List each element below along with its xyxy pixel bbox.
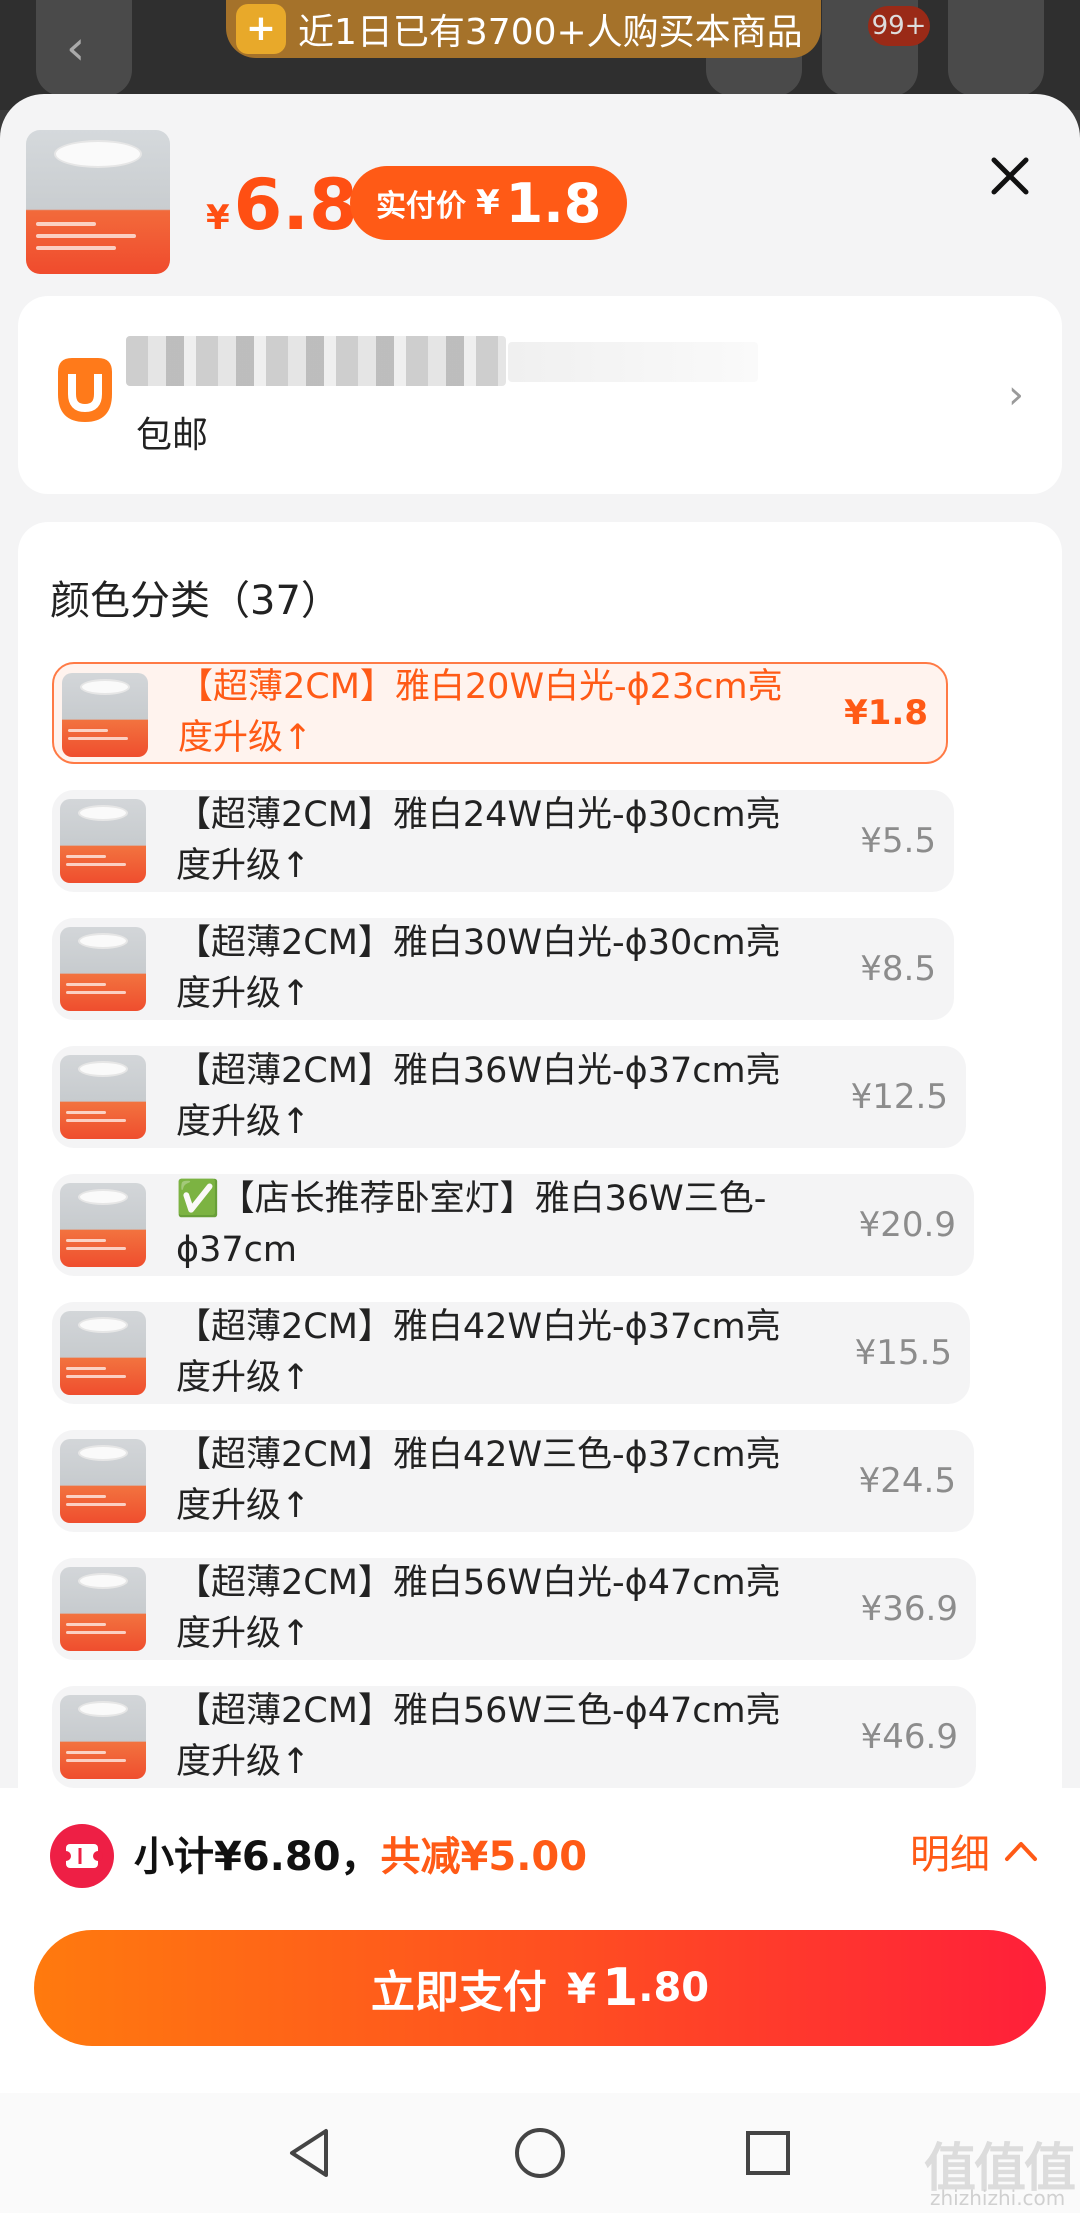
shop-name-redacted-tail xyxy=(508,342,758,382)
promo-banner: + 近1日已有3700+人购买本商品 xyxy=(226,0,821,58)
product-thumbnail xyxy=(26,130,170,274)
shopping-bag-icon: + xyxy=(236,4,286,54)
variant-name: 【超薄2CM】雅白36W白光-ϕ37cm亮度升级↑ xyxy=(176,1051,781,1142)
variant-price: ¥8.5 xyxy=(860,949,936,989)
variant-thumbnail xyxy=(60,1055,146,1139)
details-label: 明细 xyxy=(910,1832,990,1878)
nav-recents-icon xyxy=(746,2131,790,2175)
chevron-right-icon: › xyxy=(1008,372,1024,418)
variant-thumbnail xyxy=(60,1183,146,1267)
variant-thumbnail xyxy=(60,1567,146,1651)
subtotal-amount: 小计¥6.80， xyxy=(134,1834,381,1880)
pay-amount-decimal: .80 xyxy=(638,1965,710,2011)
variant-option[interactable]: 【超薄2CM】雅白42W三色-ϕ37cm亮度升级↑ ¥24.5 xyxy=(52,1430,974,1532)
nav-home-icon xyxy=(515,2128,565,2178)
variant-name: 【超薄2CM】雅白56W白光-ϕ47cm亮度升级↑ xyxy=(176,1563,781,1654)
back-icon: ‹ xyxy=(66,20,86,76)
ceiling-lamp-image xyxy=(54,140,142,168)
shop-name-redacted xyxy=(126,336,506,386)
variant-name: 【超薄2CM】雅白42W三色-ϕ37cm亮度升级↑ xyxy=(176,1435,781,1526)
variant-name: 【超薄2CM】雅白56W三色-ϕ47cm亮度升级↑ xyxy=(176,1691,781,1782)
pay-amount-integer: 1 xyxy=(602,1958,639,2018)
variant-option[interactable]: 【超薄2CM】雅白56W白光-ϕ47cm亮度升级↑ ¥36.9 xyxy=(52,1558,976,1660)
variant-price: ¥24.5 xyxy=(858,1461,956,1501)
variant-name: ✅【店长推荐卧室灯】雅白36W三色-ϕ37cm xyxy=(176,1179,767,1270)
chevron-up-icon xyxy=(1005,1842,1037,1861)
variant-price: ¥46.9 xyxy=(860,1717,958,1757)
discount-amount: 共减¥5.00 xyxy=(380,1834,588,1880)
shop-info-card[interactable]: 包邮 › xyxy=(18,296,1062,494)
variant-option[interactable]: 【超薄2CM】雅白36W白光-ϕ37cm亮度升级↑ ¥12.5 xyxy=(52,1046,966,1148)
variant-thumbnail xyxy=(60,1311,146,1395)
cart-badge: 99+ xyxy=(868,6,930,46)
real-price-badge: 实付价 ¥ 1.8 xyxy=(350,166,628,240)
variant-option[interactable]: ✅【店长推荐卧室灯】雅白36W三色-ϕ37cm ¥20.9 xyxy=(52,1174,974,1276)
variant-name: 【超薄2CM】雅白42W白光-ϕ37cm亮度升级↑ xyxy=(176,1307,781,1398)
coupon-icon xyxy=(50,1824,114,1888)
nav-back-button[interactable] xyxy=(280,2123,340,2183)
variant-price: ¥1.8 xyxy=(844,693,928,733)
variant-thumbnail xyxy=(60,927,146,1011)
pay-label: 立即支付 xyxy=(370,1967,547,2018)
variant-thumbnail xyxy=(60,1439,146,1523)
nav-home-button[interactable] xyxy=(510,2123,570,2183)
variant-list-card: 颜色分类（37） 【超薄2CM】雅白20W白光-ϕ23cm亮度升级↑ ¥1.8 … xyxy=(18,522,1062,1942)
product-price: ¥ 6.8 xyxy=(206,164,358,246)
variant-name: 【超薄2CM】雅白20W白光-ϕ23cm亮度升级↑ xyxy=(178,667,783,758)
close-icon xyxy=(991,157,1029,195)
variant-price: ¥15.5 xyxy=(854,1333,952,1373)
nav-recents-button[interactable] xyxy=(738,2123,798,2183)
variant-name: 【超薄2CM】雅白30W白光-ϕ30cm亮度升级↑ xyxy=(176,923,781,1014)
shipping-label: 包邮 xyxy=(136,415,209,456)
watermark-url: zhizhizhi.com xyxy=(930,2186,1066,2210)
variant-thumbnail xyxy=(60,1695,146,1779)
subtotal-text: 小计¥6.80， 共减¥5.00 xyxy=(134,1824,587,1882)
variant-option[interactable]: 【超薄2CM】雅白30W白光-ϕ30cm亮度升级↑ ¥8.5 xyxy=(52,918,954,1020)
more-button[interactable] xyxy=(948,0,1044,96)
variant-section-title: 颜色分类（37） xyxy=(50,578,341,624)
variant-option[interactable]: 【超薄2CM】雅白56W三色-ϕ47cm亮度升级↑ ¥46.9 xyxy=(52,1686,976,1788)
shop-logo-icon xyxy=(58,358,112,422)
variant-price: ¥36.9 xyxy=(860,1589,958,1629)
variant-option[interactable]: 【超薄2CM】雅白42W白光-ϕ37cm亮度升级↑ ¥15.5 xyxy=(52,1302,970,1404)
variant-name: 【超薄2CM】雅白24W白光-ϕ30cm亮度升级↑ xyxy=(176,795,781,886)
variant-price: ¥5.5 xyxy=(860,821,936,861)
close-button[interactable] xyxy=(986,152,1034,200)
variant-option[interactable]: 【超薄2CM】雅白20W白光-ϕ23cm亮度升级↑ ¥1.8 xyxy=(52,662,948,764)
nav-back-icon xyxy=(290,2129,328,2177)
variant-option[interactable]: 【超薄2CM】雅白24W白光-ϕ30cm亮度升级↑ ¥5.5 xyxy=(52,790,954,892)
back-button[interactable]: ‹ xyxy=(36,0,132,96)
variant-thumbnail xyxy=(62,673,148,757)
variant-price: ¥12.5 xyxy=(850,1077,948,1117)
variant-thumbnail xyxy=(60,799,146,883)
details-toggle[interactable]: 明细 xyxy=(910,1822,1038,1880)
promo-text: 近1日已有3700+人购买本商品 xyxy=(298,12,803,53)
pay-now-button[interactable]: 立即支付 ¥ 1 .80 xyxy=(34,1930,1046,2046)
pay-currency: ¥ xyxy=(566,1963,597,2013)
variant-price: ¥20.9 xyxy=(858,1205,956,1245)
system-nav-bar xyxy=(0,2093,1080,2213)
